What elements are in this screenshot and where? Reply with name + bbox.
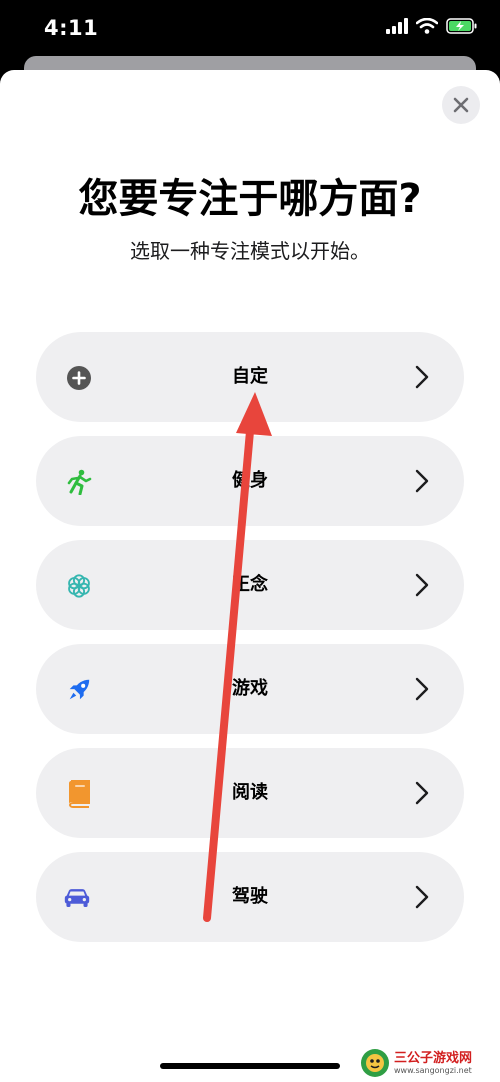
- focus-option-gaming[interactable]: 游戏: [36, 644, 464, 734]
- chevron-right-icon: [415, 677, 429, 701]
- focus-option-label: 阅读: [232, 782, 268, 803]
- chevron-right-icon: [415, 573, 429, 597]
- chevron-right-icon: [415, 365, 429, 389]
- focus-option-label: 游戏: [232, 678, 268, 699]
- cellular-signal-icon: [386, 18, 408, 34]
- focus-option-custom[interactable]: 自定: [36, 332, 464, 422]
- chevron-right-icon: [415, 469, 429, 493]
- focus-option-fitness[interactable]: 健身: [36, 436, 464, 526]
- page-title: 您要专注于哪方面?: [78, 176, 422, 222]
- focus-option-label: 自定: [232, 366, 268, 387]
- watermark-logo-icon: [361, 1049, 389, 1077]
- focus-option-driving[interactable]: 驾驶: [36, 852, 464, 942]
- home-indicator: [160, 1063, 340, 1069]
- focus-option-label: 驾驶: [232, 886, 268, 907]
- battery-charging-icon: [446, 18, 477, 34]
- status-icons: [386, 18, 478, 34]
- focus-option-mindfulness[interactable]: 正念: [36, 540, 464, 630]
- watermark-text: 三公子游戏网: [394, 1051, 473, 1066]
- page-subtitle: 选取一种专注模式以开始。: [130, 239, 370, 263]
- status-bar: 4:11: [0, 0, 500, 60]
- watermark: 三公子游戏网 www.sangongzi.net: [360, 1046, 500, 1080]
- chevron-right-icon: [415, 885, 429, 909]
- xmark-icon: [453, 97, 469, 113]
- close-button[interactable]: [442, 86, 480, 124]
- focus-option-label: 正念: [232, 574, 268, 595]
- status-time: 4:11: [44, 16, 99, 40]
- chevron-right-icon: [415, 781, 429, 805]
- focus-option-reading[interactable]: 阅读: [36, 748, 464, 838]
- watermark-url: www.sangongzi.net: [394, 1066, 472, 1075]
- focus-option-label: 健身: [232, 470, 268, 491]
- wifi-icon: [416, 18, 438, 34]
